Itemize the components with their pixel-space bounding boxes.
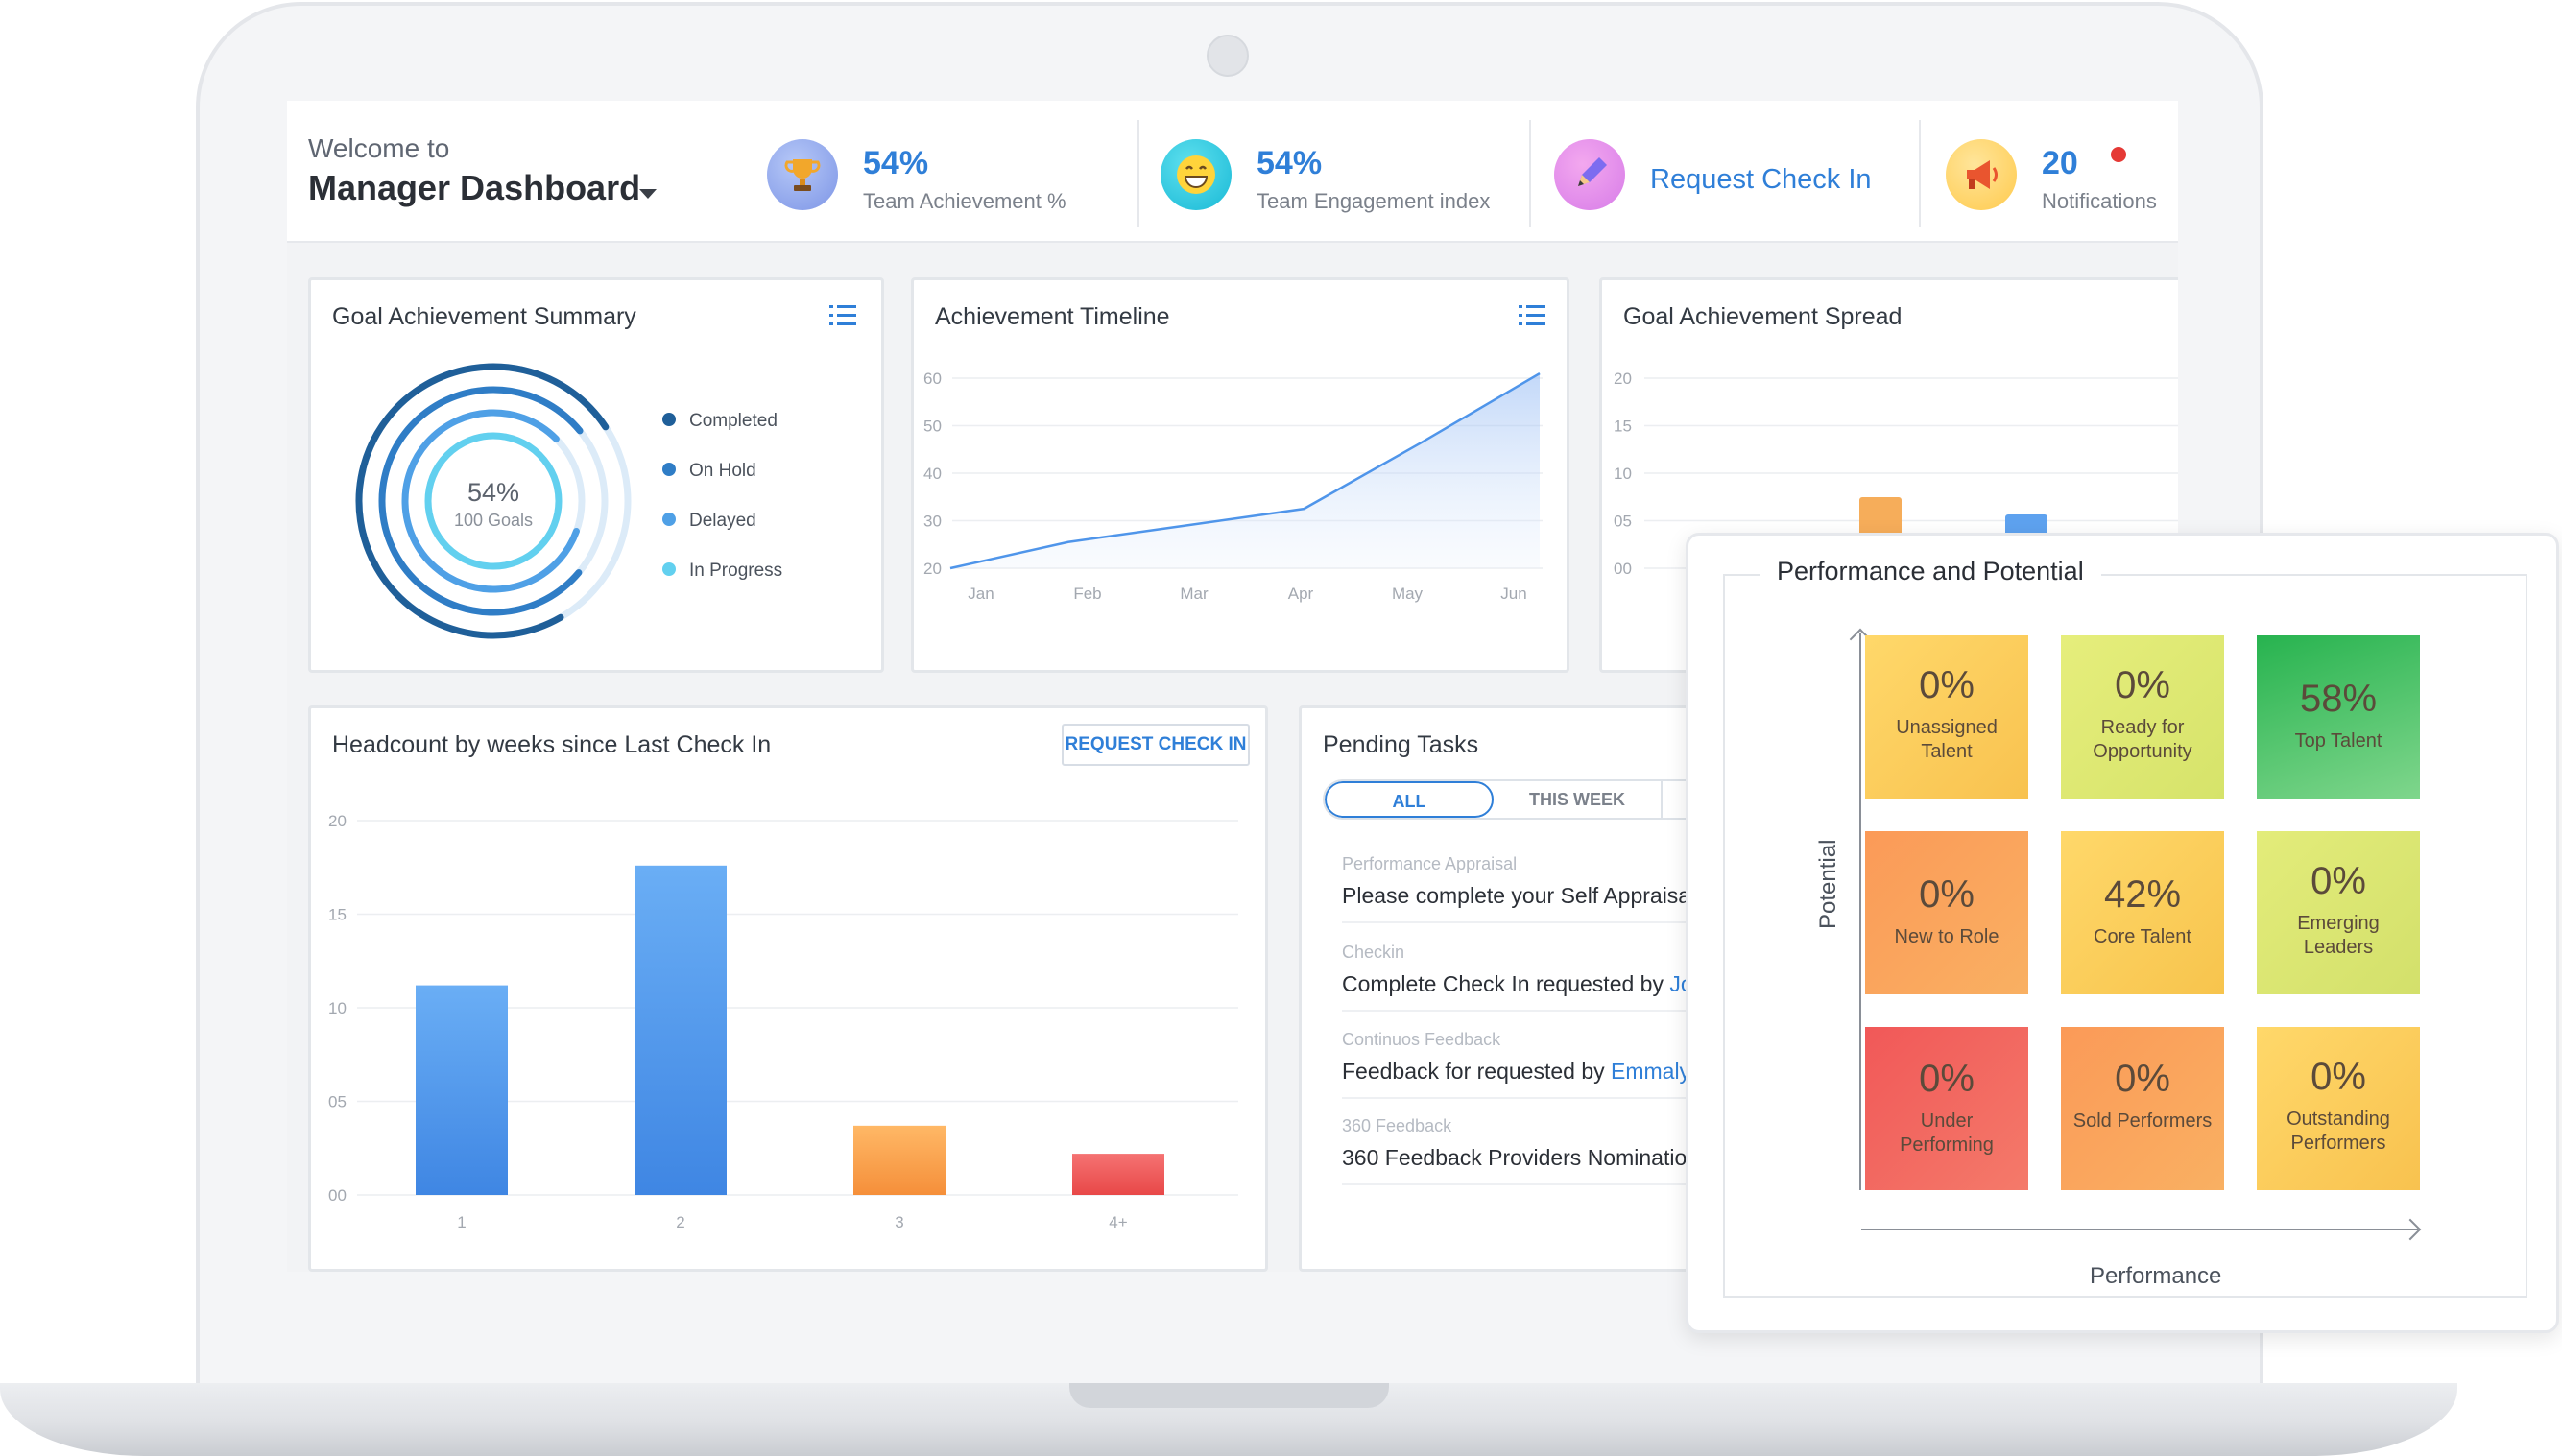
task-text: Complete Check In requested by Jor <box>1342 971 1700 997</box>
x-tick-label: 3 <box>895 1213 903 1231</box>
bar <box>416 985 508 1195</box>
bar <box>1072 1154 1164 1195</box>
header-bar: Welcome to Manager Dashboard 54% Team Ac… <box>287 101 2178 243</box>
y-tick-label: 10 <box>1614 465 1632 483</box>
header-divider <box>1919 120 1921 227</box>
team-achievement-value: 54% <box>863 145 929 181</box>
y-tick-label: 20 <box>1614 370 1632 388</box>
legend-delayed: Delayed <box>662 511 756 532</box>
x-tick-label: Feb <box>1073 585 1101 603</box>
chevron-down-icon[interactable] <box>639 189 657 199</box>
x-tick-label: Apr <box>1288 585 1314 603</box>
talent-cell-emerging-leaders[interactable]: 0% Emerging Leaders <box>2257 831 2420 994</box>
task-category: Checkin <box>1342 943 1405 962</box>
tab-all[interactable]: ALL <box>1325 781 1494 818</box>
task-category: Continuos Feedback <box>1342 1030 1501 1049</box>
notifications-label: Notifications <box>2042 189 2157 213</box>
dashboard-selector[interactable]: Manager Dashboard <box>308 168 640 208</box>
y-tick-label: 15 <box>1614 418 1632 436</box>
team-engagement-value: 54% <box>1257 145 1323 181</box>
arrow-right-icon <box>2399 1218 2422 1241</box>
tab-this-week[interactable]: THIS WEEK <box>1494 781 1663 818</box>
y-tick-label: 20 <box>923 560 942 578</box>
welcome-text: Welcome to <box>308 133 450 163</box>
y-tick-label: 10 <box>328 999 347 1017</box>
y-tick-label: 05 <box>1614 513 1632 531</box>
list-view-icon[interactable] <box>829 305 856 328</box>
smiley-icon <box>1161 139 1232 210</box>
headcount-chart: 20 15 10 05 00 1 2 3 4+ <box>328 812 1238 1231</box>
performance-potential-card: Performance and Potential Potential Perf… <box>1686 533 2559 1333</box>
x-tick-label: Jan <box>968 585 994 603</box>
trophy-icon <box>767 139 838 210</box>
talent-cell-new-to-role[interactable]: 0% New to Role <box>1865 831 2028 994</box>
y-axis-line <box>1859 633 1861 1190</box>
donut-chart: 54% 100 Goals <box>355 363 632 639</box>
task-category: 360 Feedback <box>1342 1116 1452 1135</box>
legend-completed: Completed <box>662 411 778 432</box>
task-text: Please complete your Self Appraisal <box>1342 883 1696 908</box>
talent-cell-under-performing[interactable]: 0% Under Performing <box>1865 1027 2028 1190</box>
task-text: Feedback for requested by Emmalyr <box>1342 1059 1698 1084</box>
bar <box>853 1125 946 1195</box>
y-tick-label: 05 <box>328 1093 347 1111</box>
talent-cell-unassigned[interactable]: 0% Unassigned Talent <box>1865 635 2028 799</box>
donut-center-value: 54% <box>467 478 519 507</box>
header-divider <box>1137 120 1139 227</box>
webcam <box>1207 35 1249 77</box>
achievement-timeline-card: Achievement Timeline 60 50 40 30 20 Jan Feb Mar… <box>911 277 1569 673</box>
pencil-icon <box>1554 139 1625 210</box>
x-tick-label: Mar <box>1180 585 1209 603</box>
y-tick-label: 20 <box>328 812 347 830</box>
performance-potential-title: Performance and Potential <box>1760 557 2101 586</box>
goal-summary-title: Goal Achievement Summary <box>332 303 636 330</box>
notifications-count: 20 <box>2042 145 2078 181</box>
team-engagement-label: Team Engagement index <box>1257 189 1491 213</box>
legend-on-hold: On Hold <box>662 461 756 482</box>
y-tick-label: 30 <box>923 513 942 531</box>
goal-summary-card: Goal Achievement Summary 54% 100 Goals C… <box>308 277 884 673</box>
talent-cell-core-talent[interactable]: 42% Core Talent <box>2061 831 2224 994</box>
performance-potential-panel: Performance and Potential Potential Perf… <box>1723 557 2527 1298</box>
x-tick-label: 1 <box>457 1213 466 1231</box>
laptop-notch <box>1069 1383 1389 1408</box>
request-checkin-link[interactable]: Request Check In <box>1650 164 1872 196</box>
y-tick-label: 40 <box>923 465 942 483</box>
talent-cell-top-talent[interactable]: 58% Top Talent <box>2257 635 2420 799</box>
header-divider <box>1529 120 1531 227</box>
talent-cell-outstanding-performers[interactable]: 0% Outstanding Performers <box>2257 1027 2420 1190</box>
x-tick-label: 4+ <box>1109 1213 1127 1231</box>
task-category: Performance Appraisal <box>1342 854 1518 873</box>
timeline-chart: 60 50 40 30 20 Jan Feb Mar Apr May Jun <box>923 370 1543 603</box>
x-tick-label: Jun <box>1500 585 1526 603</box>
headcount-card: Headcount by weeks since Last Check In R… <box>308 705 1268 1272</box>
donut-center-label: 100 Goals <box>454 511 533 530</box>
y-tick-label: 00 <box>1614 560 1632 578</box>
y-tick-label: 60 <box>923 370 942 388</box>
area-fill <box>950 373 1540 568</box>
y-tick-label: 50 <box>923 418 942 436</box>
task-text: 360 Feedback Providers Nominatior <box>1342 1145 1694 1170</box>
potential-axis-label: Potential <box>1815 839 1841 929</box>
x-axis-line <box>1861 1229 2418 1230</box>
notification-dot <box>2111 147 2126 162</box>
pending-tasks-title: Pending Tasks <box>1323 731 1479 758</box>
x-tick-label: 2 <box>676 1213 684 1231</box>
talent-cell-ready-for-opportunity[interactable]: 0% Ready for Opportunity <box>2061 635 2224 799</box>
legend-in-progress: In Progress <box>662 561 782 582</box>
megaphone-icon <box>1946 139 2017 210</box>
team-achievement-label: Team Achievement % <box>863 189 1066 213</box>
performance-axis-label: Performance <box>2090 1263 2222 1289</box>
y-tick-label: 15 <box>328 906 347 924</box>
y-tick-label: 00 <box>328 1186 347 1205</box>
bar <box>635 865 727 1195</box>
x-tick-label: May <box>1392 585 1424 603</box>
talent-cell-sold-performers[interactable]: 0% Sold Performers <box>2061 1027 2224 1190</box>
